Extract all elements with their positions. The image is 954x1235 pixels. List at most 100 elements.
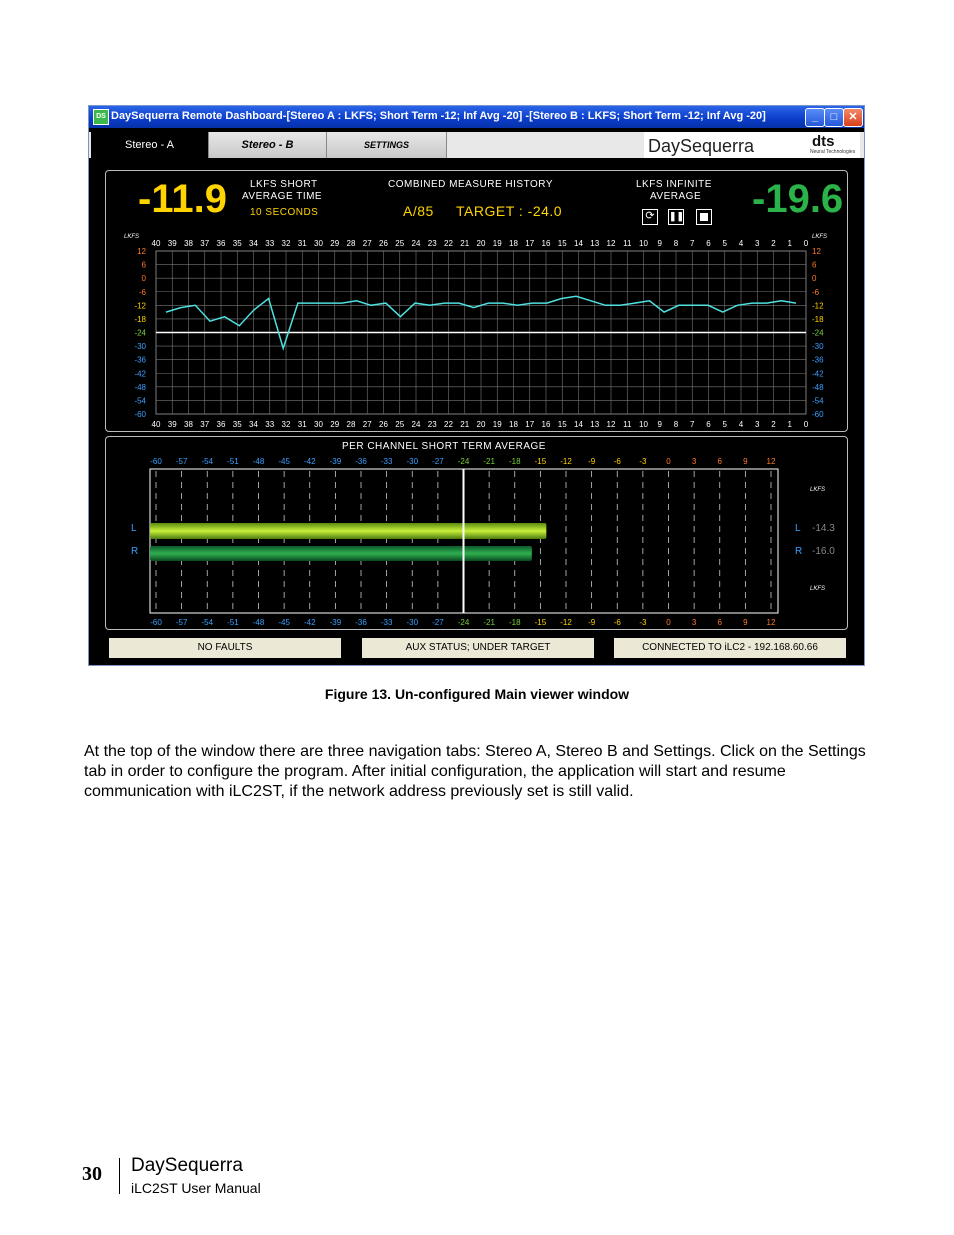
history-panel: -11.9 LKFS SHORT AVERAGE TIME 10 SECONDS… xyxy=(105,170,848,432)
history-x-tick: 40 xyxy=(152,420,161,429)
history-x-tick: 21 xyxy=(460,239,469,248)
close-button[interactable]: ✕ xyxy=(843,108,863,127)
history-x-tick: 2 xyxy=(771,420,776,429)
history-x-tick: 26 xyxy=(379,239,388,248)
history-x-tick: 5 xyxy=(723,239,728,248)
inf-label-2: AVERAGE xyxy=(650,191,702,202)
channel-scale-top: -60 -57 -54 -51 -48 -45 -42 -39 -36 -33 -30 -27 -24-… xyxy=(150,457,776,466)
footer-brand: DaySequerra xyxy=(131,1155,243,1176)
channel-scale-tick: 12 xyxy=(767,618,776,627)
history-x-tick: 18 xyxy=(509,420,518,429)
channel-scale-tick: -27 xyxy=(432,457,444,466)
history-x-tick: 24 xyxy=(412,239,421,248)
channel-scale-tick: -21 xyxy=(483,618,495,627)
history-x-tick: 14 xyxy=(574,420,583,429)
history-x-tick: 13 xyxy=(590,239,599,248)
history-x-tick: 8 xyxy=(674,239,679,248)
channel-unit-top: LKFS xyxy=(810,487,825,493)
history-x-tick: 40 xyxy=(152,239,161,248)
channel-scale-tick: -30 xyxy=(406,457,418,466)
history-x-tick: 14 xyxy=(574,239,583,248)
history-x-tick: 33 xyxy=(265,420,274,429)
channel-scale-tick: -54 xyxy=(201,457,213,466)
history-x-tick: 31 xyxy=(298,239,307,248)
channel-unit-bottom: LKFS xyxy=(810,586,825,592)
history-x-tick: 27 xyxy=(363,420,372,429)
history-y-ticks-right: 12 6 0 -6 -12 -18 -24 -30 -36 -42 -48 -54 -60 xyxy=(812,247,824,419)
channel-scale-tick: -33 xyxy=(381,457,393,466)
history-x-tick: 23 xyxy=(428,239,437,248)
history-x-tick: 36 xyxy=(217,239,226,248)
history-chart: 40 39 38 37 36 35 34 33 32 31 30 29 28 27 26 25 24 23 22 21… xyxy=(124,234,827,429)
history-y-tick: -60 xyxy=(134,410,146,419)
channel-label-l-right: L xyxy=(795,523,801,534)
figure-caption: Figure 13. Un-configured Main viewer win… xyxy=(324,686,630,702)
history-x-tick: 28 xyxy=(347,420,356,429)
channel-scale-tick: -60 xyxy=(150,457,162,466)
channel-scale-tick: -33 xyxy=(381,618,393,627)
history-x-tick: 37 xyxy=(200,420,209,429)
history-x-tick: 24 xyxy=(412,420,421,429)
history-x-tick: 4 xyxy=(739,239,744,248)
channel-label-l: L xyxy=(131,523,137,534)
history-y-tick: 6 xyxy=(142,261,147,270)
channel-scale-tick: -9 xyxy=(588,457,596,466)
brand-logo: DaySequerra dts Neural Technologies xyxy=(644,132,860,158)
history-x-tick: 15 xyxy=(558,239,567,248)
maximize-button[interactable]: □ xyxy=(824,108,844,127)
history-y-tick: -6 xyxy=(139,288,147,297)
history-x-tick: 4 xyxy=(739,420,744,429)
history-x-tick: 27 xyxy=(363,239,372,248)
channel-value-r: -16.0 xyxy=(812,546,835,557)
channel-scale-tick: -24 xyxy=(458,457,470,466)
window-titlebar[interactable]: DS DaySequerra Remote Dashboard-[Stereo … xyxy=(89,106,864,128)
history-x-tick: 10 xyxy=(639,420,648,429)
channel-scale-tick: -42 xyxy=(304,457,316,466)
history-x-tick: 35 xyxy=(233,420,242,429)
history-x-tick: 25 xyxy=(395,239,404,248)
inf-label-1: LKFS INFINITE xyxy=(636,179,712,190)
channel-label-r-right: R xyxy=(795,546,802,557)
channel-scale-tick: 6 xyxy=(718,618,723,627)
history-x-tick: 18 xyxy=(509,239,518,248)
minimize-button[interactable]: _ xyxy=(805,108,825,127)
channel-scale-tick: -45 xyxy=(278,457,290,466)
tab-stereo-a[interactable]: Stereo - A xyxy=(91,132,209,158)
history-y-tick: -30 xyxy=(812,342,824,351)
stop-icon[interactable] xyxy=(696,209,712,225)
history-y-tick: -36 xyxy=(134,356,146,365)
channel-scale-tick: 6 xyxy=(718,457,723,466)
channel-scale-tick: 0 xyxy=(666,457,671,466)
history-y-tick: -24 xyxy=(812,329,824,338)
tab-settings[interactable]: SETTINGS xyxy=(327,132,447,158)
history-x-tick: 30 xyxy=(314,239,323,248)
history-y-tick: -54 xyxy=(812,396,824,405)
history-x-tick: 16 xyxy=(542,420,551,429)
history-x-tick: 29 xyxy=(330,239,339,248)
channel-label-r: R xyxy=(131,546,138,557)
history-x-tick: 2 xyxy=(771,239,776,248)
channel-scale-tick: -12 xyxy=(560,457,572,466)
pause-icon[interactable]: ❚❚ xyxy=(668,209,684,225)
channel-scale-tick: -3 xyxy=(639,457,647,466)
history-title: COMBINED MEASURE HISTORY xyxy=(388,179,553,190)
history-y-tick: -12 xyxy=(812,301,824,310)
channel-scale-tick: 3 xyxy=(692,618,697,627)
reset-icon[interactable]: ⟳ xyxy=(642,209,658,225)
history-x-tick: 22 xyxy=(444,420,453,429)
history-y-tick: -24 xyxy=(134,329,146,338)
channel-scale-tick: 9 xyxy=(743,618,748,627)
standard-label: A/85 xyxy=(403,203,434,219)
history-y-ticks-left: 12 6 0 -6 -12 -18 -24 -30 -36 -42 -48 -54 -60 xyxy=(134,247,146,419)
tab-stereo-b[interactable]: Stereo - B xyxy=(209,132,327,158)
history-y-tick: -18 xyxy=(134,315,146,324)
history-y-tick: -48 xyxy=(134,383,146,392)
history-x-tick: 28 xyxy=(347,239,356,248)
history-x-tick: 16 xyxy=(542,239,551,248)
history-x-tick: 7 xyxy=(690,239,695,248)
history-x-tick: 32 xyxy=(282,239,291,248)
short-time: 10 SECONDS xyxy=(250,207,319,218)
history-x-tick: 9 xyxy=(658,420,663,429)
page-number: 30 xyxy=(82,1163,102,1185)
history-x-tick: 33 xyxy=(265,239,274,248)
